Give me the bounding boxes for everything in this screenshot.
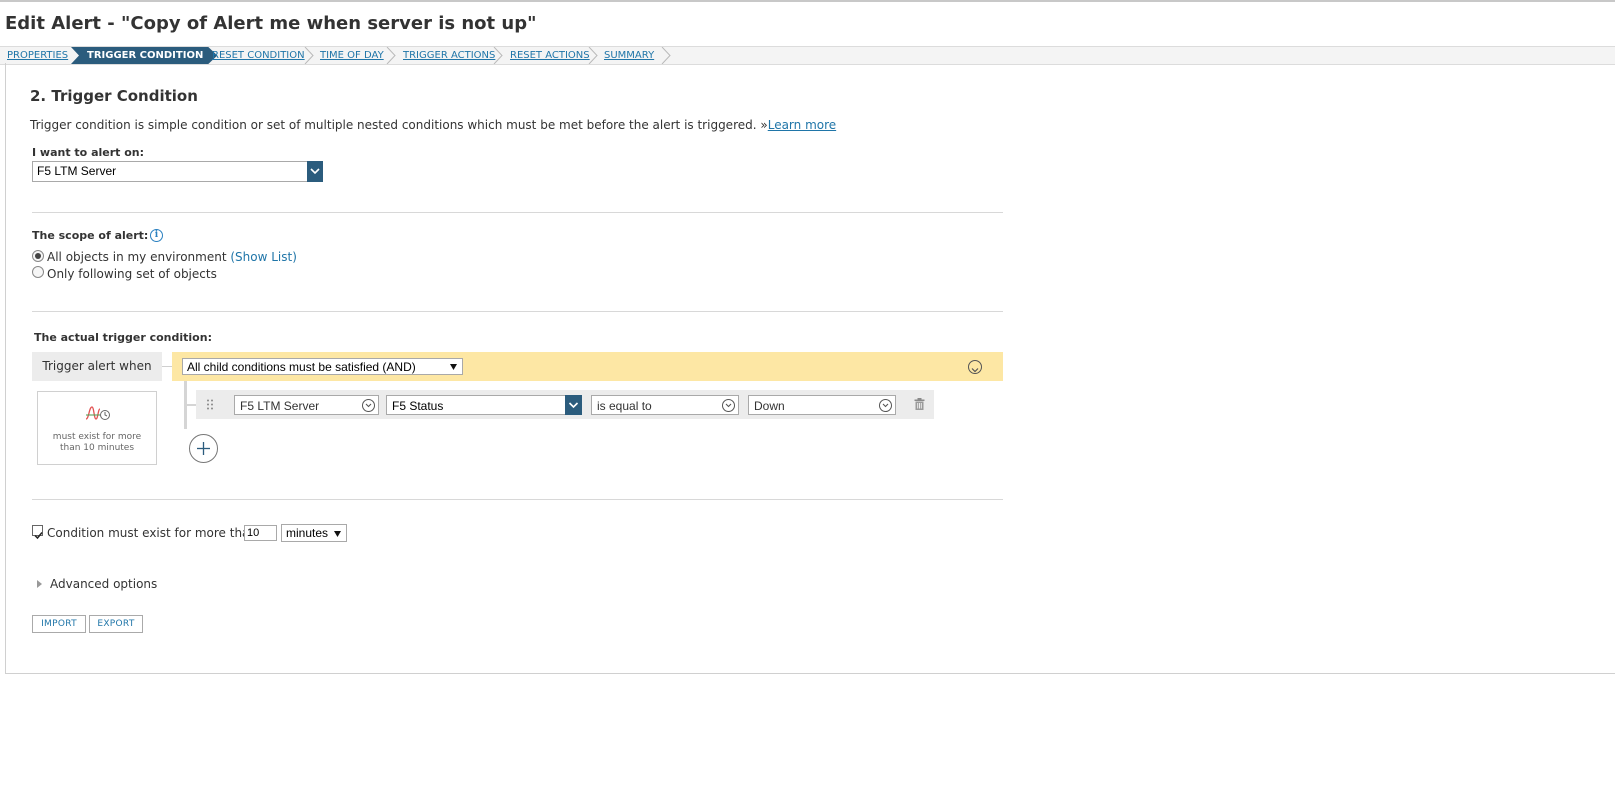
trigger-alert-when-label: Trigger alert when bbox=[32, 352, 162, 381]
check-icon bbox=[34, 532, 43, 540]
condition-object-value: F5 LTM Server bbox=[240, 399, 320, 413]
plus-icon bbox=[197, 442, 210, 455]
step-trigger-actions[interactable]: TRIGGER ACTIONS bbox=[403, 47, 495, 64]
scope-all-label: All objects in my environment bbox=[47, 250, 227, 264]
top-border bbox=[0, 0, 1615, 2]
chevron-down-icon bbox=[879, 399, 892, 412]
section-heading: 2. Trigger Condition bbox=[30, 87, 198, 105]
step-properties[interactable]: PROPERTIES bbox=[7, 47, 68, 64]
divider bbox=[32, 311, 1003, 312]
info-icon[interactable]: i bbox=[150, 229, 163, 242]
scope-all-radio[interactable] bbox=[32, 250, 44, 262]
sustain-chart-icon bbox=[85, 406, 110, 420]
step-summary[interactable]: SUMMARY bbox=[604, 47, 654, 64]
sustain-unit-select[interactable]: minutes bbox=[281, 524, 347, 542]
trigger-condition-label: The actual trigger condition: bbox=[34, 331, 212, 344]
tree-branch bbox=[187, 404, 196, 406]
logic-value: All child conditions must be satisfied (… bbox=[187, 360, 416, 374]
step-trigger-condition[interactable]: TRIGGER CONDITION bbox=[71, 47, 217, 64]
chevron-down-icon bbox=[362, 399, 375, 412]
scope-following-radio[interactable] bbox=[32, 266, 44, 278]
condition-value-select[interactable]: Down bbox=[748, 395, 896, 415]
chevron-right-icon bbox=[661, 47, 671, 64]
chevron-right-icon bbox=[386, 47, 396, 64]
expand-arrow-icon[interactable] bbox=[37, 580, 42, 588]
divider bbox=[32, 499, 1003, 500]
step-reset-condition[interactable]: RESET CONDITION bbox=[212, 47, 305, 64]
sustain-summary-box[interactable]: must exist for more than 10 minutes bbox=[37, 391, 157, 465]
export-button[interactable]: EXPORT bbox=[89, 615, 143, 633]
condition-group-bar: All child conditions must be satisfied (… bbox=[172, 352, 1003, 381]
condition-value-value: Down bbox=[754, 399, 785, 413]
condition-operator-select[interactable]: is equal to bbox=[591, 395, 739, 415]
step-time-of-day[interactable]: TIME OF DAY bbox=[320, 47, 384, 64]
connector-line bbox=[162, 366, 172, 367]
advanced-options-toggle[interactable]: Advanced options bbox=[50, 577, 157, 591]
dropdown-arrow-icon bbox=[334, 531, 341, 537]
alert-on-label: I want to alert on: bbox=[32, 146, 145, 159]
chevron-right-icon bbox=[588, 47, 598, 64]
sustain-label: Condition must exist for more than bbox=[47, 526, 258, 540]
page-title: Edit Alert - "Copy of Alert me when serv… bbox=[5, 13, 537, 34]
condition-field-value: F5 Status bbox=[392, 399, 444, 413]
scope-following-label: Only following set of objects bbox=[47, 267, 217, 281]
alert-on-select[interactable]: F5 LTM Server bbox=[32, 161, 323, 182]
condition-field-select[interactable]: F5 Status bbox=[386, 395, 582, 415]
section-description: Trigger condition is simple condition or… bbox=[30, 118, 836, 132]
sustain-amount-input[interactable]: 10 bbox=[244, 525, 277, 541]
show-list-link[interactable]: (Show List) bbox=[230, 250, 297, 264]
sustain-amount-value: 10 bbox=[247, 527, 260, 539]
scope-all-option: All objects in my environment (Show List… bbox=[47, 250, 297, 264]
learn-more-link[interactable]: Learn more bbox=[768, 118, 836, 132]
dropdown-arrow-icon bbox=[450, 364, 457, 370]
condition-object-select[interactable]: F5 LTM Server bbox=[234, 395, 379, 415]
chevron-down-icon bbox=[565, 395, 582, 415]
logic-select[interactable]: All child conditions must be satisfied (… bbox=[182, 358, 463, 375]
divider bbox=[32, 212, 1003, 213]
sustain-unit-value: minutes bbox=[286, 526, 329, 540]
import-button[interactable]: IMPORT bbox=[32, 615, 86, 633]
drag-handle-icon[interactable] bbox=[206, 399, 214, 410]
description-text: Trigger condition is simple condition or… bbox=[30, 118, 768, 132]
sustain-checkbox[interactable] bbox=[32, 525, 43, 540]
sustain-summary-text: must exist for more than 10 minutes bbox=[52, 432, 142, 453]
collapse-group-icon[interactable] bbox=[968, 360, 982, 374]
scope-label: The scope of alert: bbox=[32, 229, 149, 242]
step-reset-actions[interactable]: RESET ACTIONS bbox=[510, 47, 590, 64]
trash-icon[interactable] bbox=[914, 398, 925, 410]
alert-on-value: F5 LTM Server bbox=[37, 164, 117, 178]
add-condition-button[interactable] bbox=[189, 434, 218, 463]
condition-operator-value: is equal to bbox=[597, 399, 652, 413]
chevron-right-icon bbox=[493, 47, 503, 64]
chevron-down-icon bbox=[722, 399, 735, 412]
condition-row: F5 LTM Server F5 Status is equal to Down bbox=[196, 390, 934, 419]
chevron-right-icon bbox=[304, 47, 314, 64]
chevron-down-icon bbox=[307, 161, 323, 182]
